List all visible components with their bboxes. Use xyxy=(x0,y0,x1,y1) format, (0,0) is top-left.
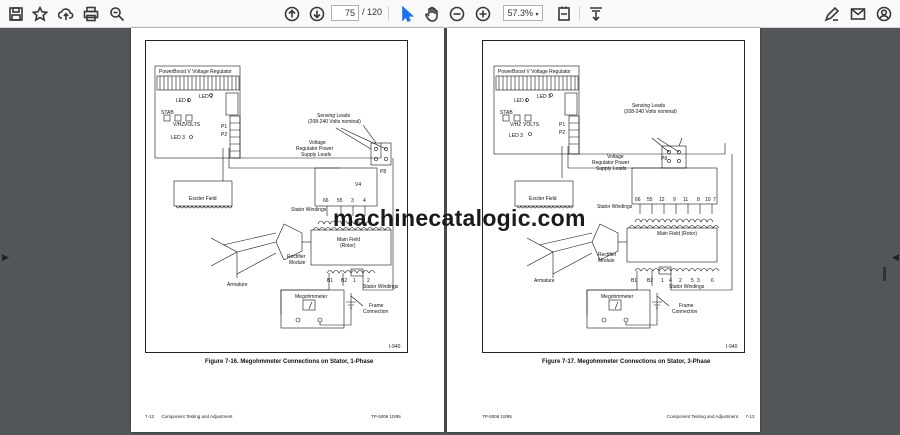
footer-left: 7-12 Component Testing and Adjustment xyxy=(145,414,233,419)
label-stab: STAB xyxy=(500,110,513,116)
label-sensing2: (208-240 Volts nominal) xyxy=(308,119,361,125)
label-vhz: V/HZ xyxy=(173,122,184,128)
label-rect2: Module xyxy=(598,258,615,264)
label-led1: LED 1 xyxy=(514,98,528,104)
label-s6: 6 xyxy=(711,278,714,284)
label-armature: Armature xyxy=(227,282,248,288)
label-main: Main Field (Rotor) xyxy=(657,231,697,237)
sign-pen-icon[interactable] xyxy=(822,4,842,24)
label-p1: P1 xyxy=(559,122,565,128)
label-4: 4 xyxy=(363,198,366,204)
hand-pan-icon[interactable] xyxy=(422,4,442,24)
label-led1: LED 1 xyxy=(176,98,190,104)
collapse-left-arrow-icon[interactable]: ▶ xyxy=(2,252,9,263)
zoom-in-icon[interactable] xyxy=(473,4,493,24)
watermark-text: machinecatalogic.com xyxy=(333,205,586,231)
label-55: 55 xyxy=(337,198,343,204)
label-9: 9 xyxy=(673,197,676,203)
label-led3: LED 3 xyxy=(509,133,523,139)
page-number-input[interactable]: 75 xyxy=(331,5,359,21)
zoom-out-icon[interactable] xyxy=(447,4,467,24)
label-regulator: PowerBoost V Voltage Regulator xyxy=(498,69,571,75)
chevron-down-icon: ▾ xyxy=(535,12,539,18)
label-b2: B2 xyxy=(647,278,653,284)
label-regulator: PowerBoost V Voltage Regulator xyxy=(159,69,232,75)
label-s1: 1 xyxy=(661,278,664,284)
label-frame2: Connection xyxy=(363,309,389,315)
page-total: / 120 xyxy=(362,7,383,17)
separator xyxy=(579,6,580,21)
footer-right: TP-5006 10/95 xyxy=(371,414,401,419)
label-megohm: Megohmmeter xyxy=(601,294,634,300)
zoom-search-icon[interactable] xyxy=(107,4,127,24)
figure-id: I-940 xyxy=(726,344,738,350)
bookmark-star-icon[interactable] xyxy=(30,4,50,24)
label-p8: P8 xyxy=(380,169,386,175)
label-12: 12 xyxy=(659,197,665,203)
label-main2: (Rotor) xyxy=(340,243,356,249)
footer-right: Component Testing and Adjustment 7-13 xyxy=(667,414,755,419)
upload-cloud-icon[interactable] xyxy=(56,4,76,24)
label-led2: LED 2 xyxy=(199,94,213,100)
label-frame2: Connection xyxy=(672,309,698,315)
page-up-icon[interactable] xyxy=(282,4,302,24)
label-sensing2: (208-240 Volts nominal) xyxy=(624,109,677,115)
label-10: 10 xyxy=(705,197,711,203)
label-armature: Armature xyxy=(534,278,555,284)
label-stator2: Stator Windings xyxy=(669,284,705,290)
label-stator2: Stator Windings xyxy=(363,284,399,290)
select-cursor-icon[interactable] xyxy=(397,4,417,24)
label-b2: B2 xyxy=(341,278,347,284)
label-stator: Stator Windings xyxy=(597,204,633,210)
label-megohm: Megohmmeter xyxy=(295,294,328,300)
label-stator: Stator Windings xyxy=(291,207,327,213)
label-v4: V4 xyxy=(355,182,361,188)
save-icon[interactable] xyxy=(6,4,26,24)
label-rect2: Module xyxy=(289,260,306,266)
figure-caption: Figure 7-17. Megohmmeter Connections on … xyxy=(542,359,711,365)
label-8: 8 xyxy=(697,197,700,203)
label-7: 7 xyxy=(713,197,716,203)
label-vr3: Supply Leads xyxy=(596,166,627,172)
label-exciter: Exciter Field xyxy=(189,196,217,202)
label-exciter: Exciter Field xyxy=(529,196,557,202)
label-led3: LED 3 xyxy=(171,135,185,141)
email-icon[interactable] xyxy=(848,4,868,24)
pdf-toolbar: 75 / 120 57.3% ▾ xyxy=(0,0,900,28)
label-b1: B1 xyxy=(327,278,333,284)
label-11: 11 xyxy=(683,197,688,203)
figure-id: I-940 xyxy=(389,344,401,350)
label-b1: B1 xyxy=(631,278,637,284)
label-p2: P2 xyxy=(221,132,227,138)
account-icon[interactable] xyxy=(874,4,894,24)
zoom-value: 57.3% xyxy=(507,8,533,18)
label-66: 66 xyxy=(323,198,329,204)
figure-caption: Figure 7-16. Megohmmeter Connections on … xyxy=(205,359,374,365)
label-66: 66 xyxy=(635,197,641,203)
label-volts: VOLTS xyxy=(523,122,540,128)
label-3: 3 xyxy=(351,198,354,204)
separator xyxy=(388,6,389,21)
label-volts: VOLTS xyxy=(184,122,201,128)
label-p8: P8 xyxy=(661,156,667,162)
collapse-right-arrow-icon[interactable]: ◀ xyxy=(892,252,899,263)
label-55: 55 xyxy=(647,197,653,203)
label-stab: STAB xyxy=(161,110,174,116)
label-vr3: Supply Leads xyxy=(301,152,332,158)
label-vhz: V/HZ xyxy=(510,122,521,128)
label-led2: LED 2 xyxy=(537,94,551,100)
scrollbar-thumb[interactable] xyxy=(883,267,886,281)
label-p1: P1 xyxy=(221,124,227,130)
download-icon[interactable] xyxy=(586,4,606,24)
fit-page-icon[interactable] xyxy=(554,4,574,24)
label-p2: P2 xyxy=(559,130,565,136)
label-n1: 1 xyxy=(353,278,356,284)
page-down-icon[interactable] xyxy=(307,4,327,24)
footer-left: TP-5006 10/95 xyxy=(482,414,512,419)
zoom-level-select[interactable]: 57.3% ▾ xyxy=(503,5,543,21)
print-icon[interactable] xyxy=(81,4,101,24)
